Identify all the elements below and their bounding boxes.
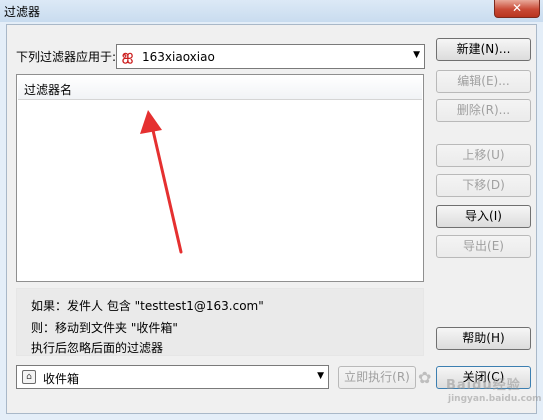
export-button[interactable]: 导出(E): [436, 235, 531, 258]
title-bar: 过滤器 ✕: [0, 0, 543, 22]
description-action: 则：移动到文件夹 "收件箱": [31, 321, 178, 335]
apply-to-label: 下列过滤器应用于:: [16, 50, 117, 64]
run-now-button[interactable]: 立即执行(R): [338, 366, 416, 389]
move-down-button[interactable]: 下移(D): [436, 174, 531, 197]
filter-list-header[interactable]: 过滤器名: [18, 76, 422, 100]
annotation-arrow-icon: [140, 110, 183, 254]
account-value: 163xiaoxiao: [142, 50, 215, 64]
filter-list[interactable]: 过滤器名: [16, 74, 424, 282]
watermark-text: Baidu经验: [446, 378, 521, 393]
import-button[interactable]: 导入(I): [436, 205, 531, 228]
window-title: 过滤器: [4, 5, 41, 19]
baidu-paw-icon: ✿: [418, 368, 432, 387]
filter-description-panel: 如果：发件人 包含 "testtest1@163.com" 则：移动到文件夹 "…: [16, 288, 424, 356]
account-select[interactable]: ஐ 163xiaoxiao ▼: [116, 44, 425, 69]
watermark: ✿ Baidu经验 jingyan.baidu.com: [418, 362, 542, 412]
folder-icon: ⌂: [22, 370, 36, 384]
folder-value: 收件箱: [43, 372, 80, 386]
watermark-url: jingyan.baidu.com: [448, 394, 542, 404]
description-stop: 执行后忽略后面的过滤器: [31, 341, 164, 355]
folder-select[interactable]: ⌂ 收件箱 ▼: [16, 365, 329, 389]
edit-filter-button[interactable]: 编辑(E)...: [436, 70, 531, 93]
move-up-button[interactable]: 上移(U): [436, 144, 531, 167]
column-header-filter-name: 过滤器名: [24, 83, 73, 97]
delete-filter-button[interactable]: 删除(R)...: [436, 99, 531, 122]
chevron-down-icon: ▼: [317, 371, 324, 381]
chevron-down-icon: ▼: [413, 50, 420, 60]
help-button[interactable]: 帮助(H): [436, 327, 531, 350]
netease-logo-icon: ஐ: [122, 48, 134, 64]
description-condition: 如果：发件人 包含 "testtest1@163.com": [31, 299, 264, 313]
new-filter-button[interactable]: 新建(N)...: [436, 38, 531, 61]
window-close-button[interactable]: ✕: [494, 0, 540, 18]
